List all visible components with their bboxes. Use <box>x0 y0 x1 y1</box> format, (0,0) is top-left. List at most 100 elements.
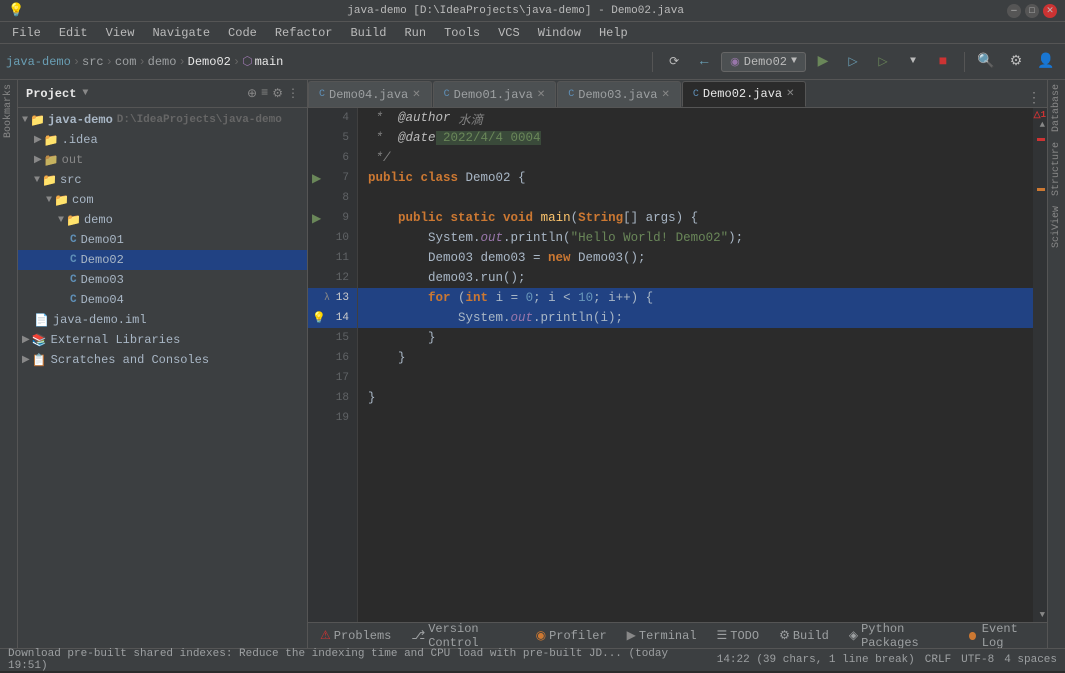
java-icon-demo03: C <box>70 274 77 286</box>
tree-item-out[interactable]: ▶ 📁 out <box>18 150 307 170</box>
code-comment-close: */ <box>368 151 391 165</box>
line-num-17: 17 <box>336 372 349 384</box>
cursor-position[interactable]: 14:22 (39 chars, 1 line break) <box>717 654 915 666</box>
close-button[interactable]: ✕ <box>1043 4 1057 18</box>
kw-int-13: int <box>466 291 496 305</box>
sync-button[interactable]: ⟳ <box>661 49 687 75</box>
gutter-line-19: 19 <box>308 408 357 428</box>
maximize-button[interactable]: □ <box>1025 4 1039 18</box>
gutter-line-16: 16 <box>308 348 357 368</box>
tree-item-demo02[interactable]: C Demo02 <box>18 250 307 270</box>
run-config-selector[interactable]: ◉ Demo02 ▼ <box>721 52 806 72</box>
menu-build[interactable]: Build <box>342 24 394 42</box>
indent-setting[interactable]: 4 spaces <box>1004 654 1057 666</box>
structure-tab[interactable]: Structure <box>1049 138 1064 200</box>
tab-demo04[interactable]: C Demo04.java ✕ <box>308 81 432 107</box>
event-log-tab[interactable]: Event Log <box>961 625 1043 647</box>
project-settings-icon[interactable]: ⚙ <box>272 86 283 101</box>
status-message: Download pre-built shared indexes: Reduc… <box>8 648 709 672</box>
tree-label-demo02: Demo02 <box>81 253 124 267</box>
bulb-icon-14[interactable]: 💡 <box>312 311 326 325</box>
menu-window[interactable]: Window <box>530 24 589 42</box>
menu-help[interactable]: Help <box>591 24 636 42</box>
encoding[interactable]: UTF-8 <box>961 654 994 666</box>
stop-button[interactable]: ■ <box>930 49 956 75</box>
debug-run-button[interactable]: ▷ <box>840 49 866 75</box>
breadcrumb-project[interactable]: java-demo <box>6 55 71 69</box>
tab-demo02-close[interactable]: ✕ <box>786 88 794 100</box>
tab-demo03-icon: C <box>568 89 574 100</box>
bookmarks-tab[interactable]: Bookmarks <box>1 80 16 142</box>
bottom-tab-terminal[interactable]: ▶ Terminal <box>619 625 705 647</box>
breadcrumb-src[interactable]: src <box>82 55 104 69</box>
tree-item-src[interactable]: ▼ 📁 src <box>18 170 307 190</box>
down-arrow-icon[interactable]: ▼ <box>1040 610 1045 620</box>
tab-demo03-close[interactable]: ✕ <box>661 89 669 101</box>
tree-item-root[interactable]: ▼ 📁 java-demo D:\IdeaProjects\java-demo <box>18 110 307 130</box>
up-arrow-icon[interactable]: ▲ <box>1040 120 1045 130</box>
back-button[interactable]: ← <box>691 49 717 75</box>
code-at-author: @author <box>398 111 451 125</box>
project-view-dropdown[interactable]: ▼ <box>82 88 88 99</box>
tab-demo03[interactable]: C Demo03.java ✕ <box>557 81 681 107</box>
tab-demo01[interactable]: C Demo01.java ✕ <box>433 81 557 107</box>
folder-icon-idea: 📁 <box>44 133 59 148</box>
run-with-coverage[interactable]: ▷ <box>870 49 896 75</box>
status-message-text[interactable]: Download pre-built shared indexes: Reduc… <box>8 648 668 672</box>
menu-run[interactable]: Run <box>396 24 434 42</box>
tab-demo04-close[interactable]: ✕ <box>412 89 420 101</box>
more-options-icon[interactable]: ⋮ <box>287 86 299 101</box>
bottom-tab-version-control[interactable]: ⎇ Version Control <box>403 625 523 647</box>
bottom-tab-profiler[interactable]: ◉ Profiler <box>528 625 615 647</box>
settings-button[interactable]: ⚙ <box>1003 49 1029 75</box>
database-tab[interactable]: Database <box>1049 80 1064 136</box>
tree-item-iml[interactable]: 📄 java-demo.iml <box>18 310 307 330</box>
run-button[interactable]: ▶ <box>810 49 836 75</box>
sciview-tab[interactable]: SciView <box>1049 202 1064 252</box>
tree-item-demo03[interactable]: C Demo03 <box>18 270 307 290</box>
line-number-gutter: 4 5 6 ▶ 7 8 ▶ <box>308 108 358 622</box>
num-zero: 0 <box>526 291 534 305</box>
collapse-all-icon[interactable]: ≡ <box>261 86 268 101</box>
line-ending[interactable]: CRLF <box>925 654 951 666</box>
tree-item-demo01[interactable]: C Demo01 <box>18 230 307 250</box>
tree-item-external-libs[interactable]: ▶ 📚 External Libraries <box>18 330 307 350</box>
tree-item-demo04[interactable]: C Demo04 <box>18 290 307 310</box>
project-header-icons: ⊕ ≡ ⚙ ⋮ <box>247 86 299 101</box>
gutter-line-15: 15 <box>308 328 357 348</box>
menu-refactor[interactable]: Refactor <box>267 24 341 42</box>
menu-navigate[interactable]: Navigate <box>144 24 218 42</box>
menu-code[interactable]: Code <box>220 24 265 42</box>
bottom-tab-build[interactable]: ⚙ Build <box>771 625 837 647</box>
tree-item-demo[interactable]: ▼ 📁 demo <box>18 210 307 230</box>
tab-demo02[interactable]: C Demo02.java ✕ <box>682 81 806 107</box>
search-everywhere-button[interactable]: 🔍 <box>973 49 999 75</box>
bottom-tab-python[interactable]: ◈ Python Packages <box>841 625 957 647</box>
menu-view[interactable]: View <box>98 24 143 42</box>
right-margin-gutter: △1 ▲ ▼ <box>1033 108 1047 622</box>
menu-tools[interactable]: Tools <box>436 24 488 42</box>
minimize-button[interactable]: ─ <box>1007 4 1021 18</box>
breadcrumb-class[interactable]: Demo02 <box>188 55 231 69</box>
tree-item-com[interactable]: ▼ 📁 com <box>18 190 307 210</box>
tab-overflow-more[interactable]: ⋮ <box>1021 90 1047 107</box>
tab-demo02-label: Demo02.java <box>703 87 782 101</box>
bottom-tab-todo[interactable]: ☰ TODO <box>709 625 768 647</box>
bottom-tab-problems[interactable]: ⚠ Problems <box>312 625 399 647</box>
menu-file[interactable]: File <box>4 24 49 42</box>
breadcrumb-demo[interactable]: demo <box>148 55 177 69</box>
more-run-options[interactable]: ▼ <box>900 49 926 75</box>
menu-edit[interactable]: Edit <box>51 24 96 42</box>
tab-demo01-close[interactable]: ✕ <box>537 89 545 101</box>
notifications-button[interactable]: 👤 <box>1033 49 1059 75</box>
breadcrumb-method[interactable]: ⬡ <box>242 54 252 69</box>
code-content[interactable]: * @author 水滴 * @date 2022/4/4 0004 */ <box>358 108 1033 622</box>
breadcrumb-com[interactable]: com <box>115 55 137 69</box>
tree-item-idea[interactable]: ▶ 📁 .idea <box>18 130 307 150</box>
breadcrumb-main[interactable]: main <box>255 55 284 69</box>
code-incr: ; i++) { <box>593 291 653 305</box>
menu-vcs[interactable]: VCS <box>490 24 528 42</box>
locate-file-icon[interactable]: ⊕ <box>247 86 257 101</box>
tree-item-scratches[interactable]: ▶ 📋 Scratches and Consoles <box>18 350 307 370</box>
tree-label-src: src <box>60 173 82 187</box>
